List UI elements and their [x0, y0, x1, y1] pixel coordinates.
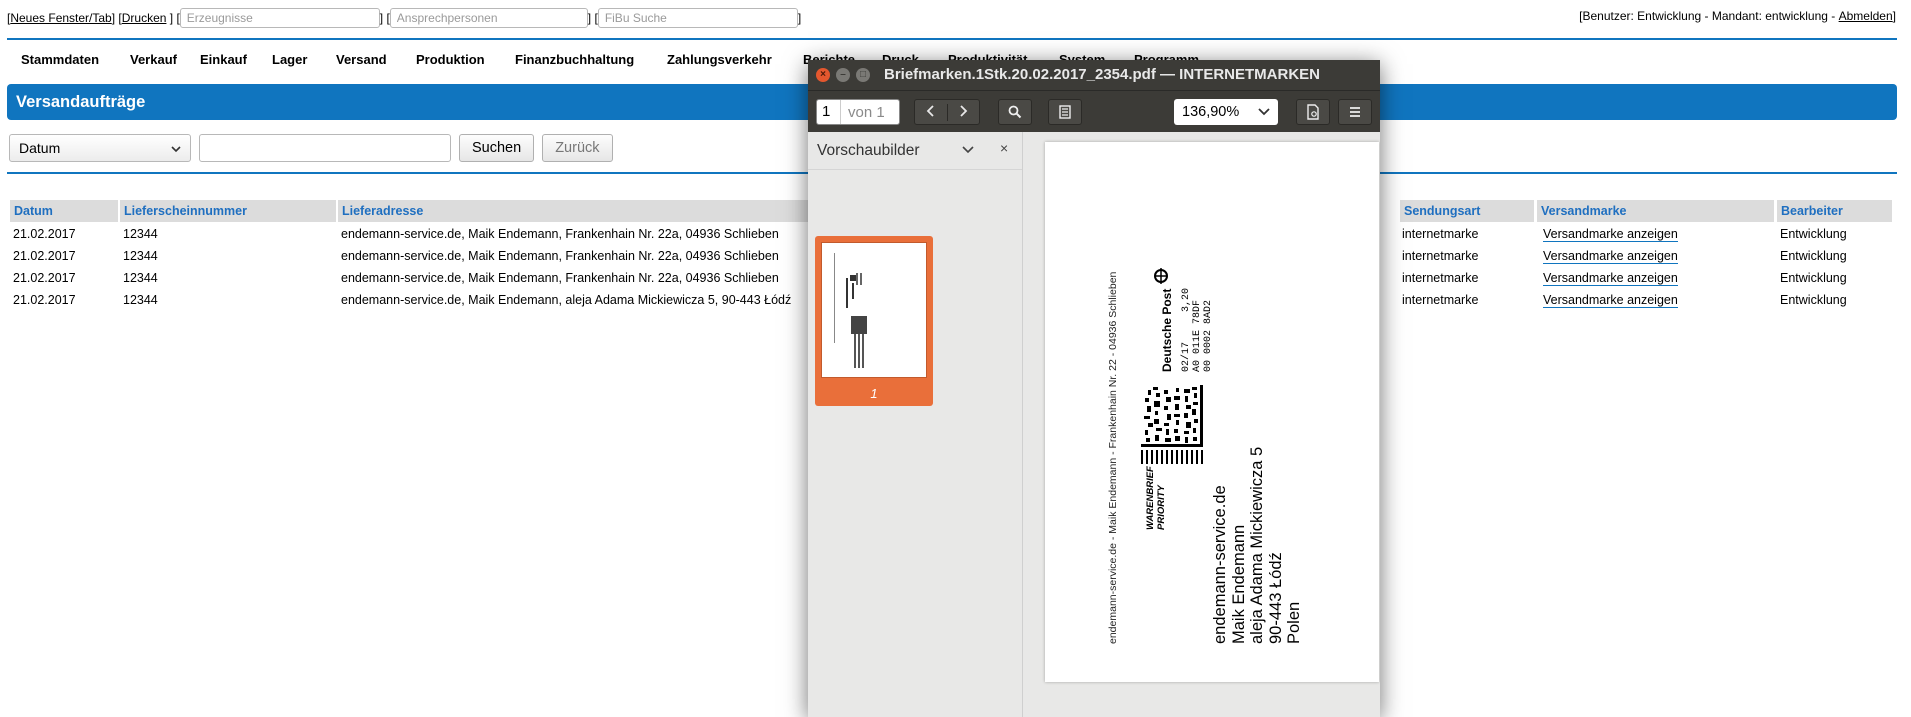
user-info: [Benutzer: Entwicklung - Mandant: entwic…: [1579, 9, 1896, 23]
menu-finanzbuchhaltung[interactable]: Finanzbuchhaltung: [515, 52, 667, 67]
menu-zahlungsverkehr[interactable]: Zahlungsverkehr: [667, 52, 803, 67]
versandmarke-link[interactable]: Versandmarke anzeigen: [1543, 249, 1678, 264]
search-icon[interactable]: [998, 99, 1032, 125]
datamatrix-code: [1141, 385, 1203, 447]
cell-datum: 21.02.2017: [13, 271, 76, 285]
pdf-page: endemann-service.de - Maik Endemann - Fr…: [1045, 142, 1379, 682]
menu-versand[interactable]: Versand: [336, 52, 416, 67]
page-thumbnail[interactable]: 1: [815, 236, 933, 406]
cell-bearbeiter: Entwicklung: [1780, 271, 1847, 285]
sender-line: endemann-service.de - Maik Endemann - Fr…: [1107, 271, 1119, 644]
hamburger-menu-icon[interactable]: [1338, 99, 1372, 125]
stamp-label: endemann-service.de - Maik Endemann - Fr…: [1045, 142, 1379, 682]
versandmarke-link[interactable]: Versandmarke anzeigen: [1543, 293, 1678, 308]
pdf-window-title: Briefmarken.1Stk.20.02.2017_2354.pdf — I…: [884, 66, 1320, 83]
pdf-viewer-window: × – □ Briefmarken.1Stk.20.02.2017_2354.p…: [808, 60, 1380, 717]
back-button[interactable]: Zurück: [542, 134, 613, 162]
col-header-datum[interactable]: Datum: [10, 200, 118, 222]
maximize-icon[interactable]: □: [856, 68, 870, 82]
minimize-icon[interactable]: –: [836, 68, 850, 82]
products-search-input[interactable]: [179, 8, 380, 28]
cell-bearbeiter: Entwicklung: [1780, 293, 1847, 307]
post-horn-icon: [1154, 268, 1168, 284]
menu-lager[interactable]: Lager: [272, 52, 336, 67]
recipient-address: endemann-service.de Maik Endemann aleja …: [1211, 446, 1303, 644]
menu-verkauf[interactable]: Verkauf: [130, 52, 200, 67]
cell-sendungsart: internetmarke: [1402, 271, 1479, 285]
search-input[interactable]: [199, 134, 451, 162]
search-button[interactable]: Suchen: [459, 134, 535, 162]
col-header-lieferscheinnummer[interactable]: Lieferscheinnummer: [120, 200, 336, 222]
search-field-select[interactable]: Datum: [9, 134, 191, 162]
cell-datum: 21.02.2017: [13, 249, 76, 263]
cell-lieferadresse: endemann-service.de, Maik Endemann, Fran…: [341, 271, 779, 285]
search-row: Datum Suchen Zurück: [9, 134, 613, 162]
deutsche-post-brand: Deutsche Post: [1160, 288, 1174, 372]
print-link[interactable]: Drucken: [122, 11, 167, 25]
divider: [808, 169, 1022, 170]
cell-sendungsart: internetmarke: [1402, 227, 1479, 241]
document-properties-icon[interactable]: [1296, 99, 1330, 125]
cell-datum: 21.02.2017: [13, 227, 76, 241]
barcode-lines: [1141, 450, 1203, 464]
pdf-document-view: endemann-service.de - Maik Endemann - Fr…: [1023, 132, 1380, 717]
thumbnail-label: 1: [870, 386, 878, 401]
pdf-toolbar: 1 von 1 136,90%: [808, 90, 1380, 133]
cell-sendungsart: internetmarke: [1402, 293, 1479, 307]
cell-sendungsart: internetmarke: [1402, 249, 1479, 263]
cell-lieferadresse: endemann-service.de, Maik Endemann, alej…: [341, 293, 792, 307]
cell-bearbeiter: Entwicklung: [1780, 249, 1847, 263]
logout-link[interactable]: Abmelden: [1839, 9, 1893, 23]
cell-lieferscheinnummer: 12344: [123, 227, 158, 241]
col-header-versandmarke[interactable]: Versandmarke: [1537, 200, 1774, 222]
page-nav-group: [914, 99, 980, 125]
chevron-down-icon[interactable]: [962, 141, 974, 157]
versandmarke-link[interactable]: Versandmarke anzeigen: [1543, 271, 1678, 286]
chevron-down-icon: [171, 140, 181, 156]
franking-code: 02/17 3,20 A0 011E 78DF 00 0002 8AD2: [1181, 287, 1214, 372]
cell-lieferadresse: endemann-service.de, Maik Endemann, Fran…: [341, 249, 779, 263]
annotations-icon[interactable]: [1048, 99, 1082, 125]
fibu-search-input[interactable]: [597, 8, 798, 28]
cell-lieferscheinnummer: 12344: [123, 271, 158, 285]
col-header-bearbeiter[interactable]: Bearbeiter: [1777, 200, 1892, 222]
sidebar-title: Vorschaubilder: [817, 142, 920, 159]
cell-lieferscheinnummer: 12344: [123, 293, 158, 307]
cell-lieferscheinnummer: 12344: [123, 249, 158, 263]
cell-lieferadresse: endemann-service.de, Maik Endemann, Fran…: [341, 227, 779, 241]
versandmarke-link[interactable]: Versandmarke anzeigen: [1543, 227, 1678, 242]
divider: [7, 38, 1897, 40]
close-sidebar-icon[interactable]: ×: [1000, 140, 1008, 156]
zoom-select[interactable]: 136,90%: [1174, 99, 1278, 125]
menu-stammdaten[interactable]: Stammdaten: [21, 52, 130, 67]
thumbnail-preview: [821, 242, 927, 378]
chevron-right-icon[interactable]: [948, 104, 980, 121]
cell-bearbeiter: Entwicklung: [1780, 227, 1847, 241]
new-window-link[interactable]: Neues Fenster/Tab: [10, 11, 111, 25]
chevron-left-icon[interactable]: [915, 103, 948, 121]
cell-datum: 21.02.2017: [13, 293, 76, 307]
col-header-sendungsart[interactable]: Sendungsart: [1400, 200, 1534, 222]
thumbnail-sidebar: Vorschaubilder × 1: [808, 132, 1023, 717]
chevron-down-icon: [1258, 104, 1270, 120]
menu-produktion[interactable]: Produktion: [416, 52, 515, 67]
pdf-title-bar: × – □ Briefmarken.1Stk.20.02.2017_2354.p…: [808, 60, 1380, 90]
col-header-lieferadresse[interactable]: Lieferadresse: [338, 200, 818, 222]
product-type: WARENBRIEF PRIORITY: [1145, 466, 1167, 530]
menu-einkauf[interactable]: Einkauf: [200, 52, 272, 67]
top-bar: [Neues Fenster/Tab] [Drucken ] [ ] [ ] […: [7, 7, 801, 29]
contacts-search-input[interactable]: [389, 8, 588, 28]
close-icon[interactable]: ×: [816, 68, 830, 82]
page-number-field[interactable]: 1 von 1: [816, 99, 900, 125]
